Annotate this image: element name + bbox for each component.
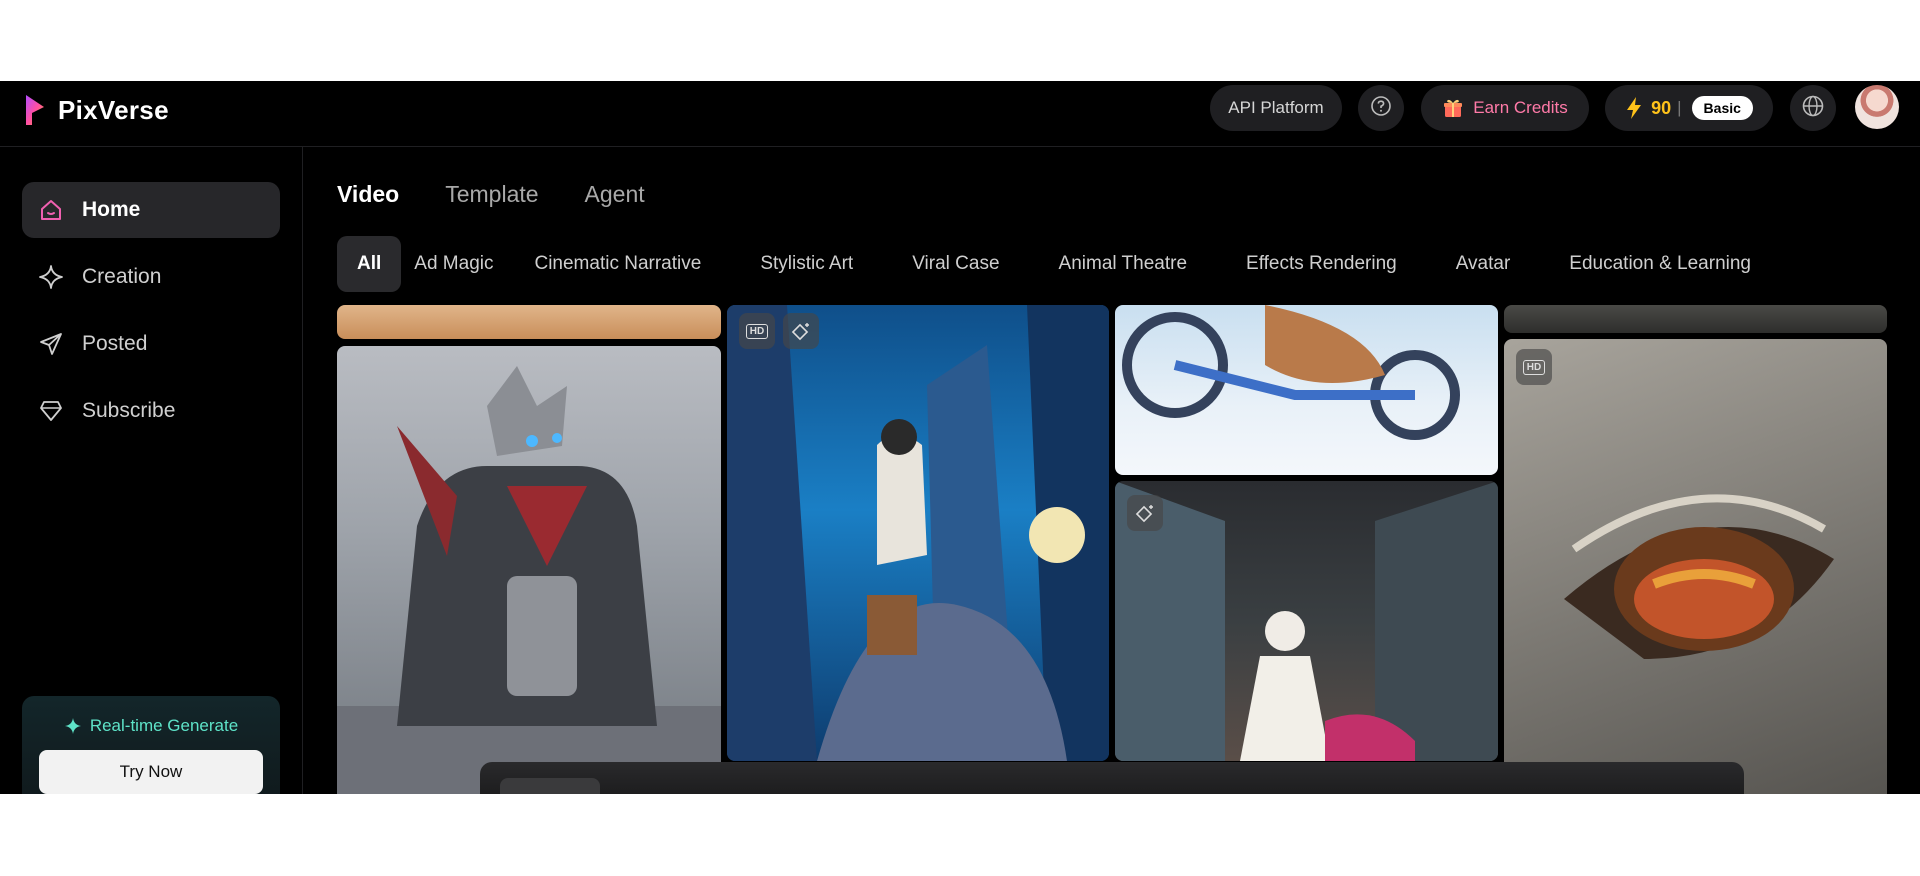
tab-template[interactable]: Template (445, 181, 538, 208)
tab-agent[interactable]: Agent (585, 181, 645, 208)
robot-thumbnail (337, 366, 721, 794)
gallery-tile-texture[interactable] (1504, 305, 1887, 333)
category-all[interactable]: All (337, 236, 402, 292)
sidebar-item-label: Subscribe (82, 399, 176, 422)
pixverse-logo-icon (24, 93, 46, 127)
tab-video[interactable]: Video (337, 181, 399, 208)
help-icon (1370, 95, 1392, 122)
category-avatar[interactable]: Avatar (1438, 236, 1529, 292)
send-icon (38, 331, 64, 357)
prompt-bar-button[interactable] (500, 778, 600, 794)
sparkle-icon (38, 264, 64, 290)
effect-badge (1127, 495, 1163, 531)
credits-separator: | (1677, 98, 1682, 117)
gift-icon (1442, 97, 1464, 119)
hd-icon: HD (1522, 359, 1546, 375)
gallery-tile-bicycle[interactable] (1115, 305, 1498, 475)
lightning-icon (1625, 96, 1643, 120)
top-bar: PixVerse API Platform Earn Credits 90 | … (0, 81, 1920, 147)
credits-count: 90 (1651, 97, 1672, 118)
gallery-tile-robot[interactable] (337, 346, 721, 794)
hd-badge: HD (739, 313, 775, 349)
bicycle-thumbnail (1122, 305, 1460, 440)
category-education-learning[interactable]: Education & Learning (1551, 236, 1769, 292)
category-stylistic-art[interactable]: Stylistic Art (742, 236, 871, 292)
diamond-sparkle-icon (791, 321, 811, 341)
gallery-tile-eye[interactable]: HD (1504, 339, 1887, 794)
sidebar-item-home[interactable]: Home (22, 182, 280, 238)
promo-title: Real-time Generate (22, 716, 280, 736)
user-avatar[interactable] (1855, 85, 1899, 129)
api-platform-label: API Platform (1228, 98, 1324, 117)
app-window: PixVerse API Platform Earn Credits 90 | … (0, 81, 1920, 794)
promo-title-text: Real-time Generate (89, 716, 239, 735)
credits-balance[interactable]: 90 | Basic (1605, 85, 1773, 131)
gallery-tile-sand[interactable] (337, 305, 721, 339)
hd-badge: HD (1516, 349, 1552, 385)
diamond-sparkle-icon (1135, 503, 1155, 523)
language-button[interactable] (1790, 85, 1836, 131)
eye-thumbnail (1564, 494, 1834, 659)
api-platform-button[interactable]: API Platform (1210, 85, 1342, 131)
category-effects-rendering[interactable]: Effects Rendering (1228, 236, 1415, 292)
help-button[interactable] (1358, 85, 1404, 131)
sidebar-item-label: Home (82, 198, 141, 221)
effect-badge (783, 313, 819, 349)
realtime-promo-card: Real-time Generate Try Now (22, 696, 280, 794)
category-cinematic-narrative[interactable]: Cinematic Narrative (516, 236, 719, 292)
alley-thumbnail (1115, 481, 1498, 761)
category-ad-magic[interactable]: Ad Magic (414, 236, 493, 292)
gallery-tile-alley[interactable] (1115, 481, 1498, 761)
sidebar-item-subscribe[interactable]: Subscribe (22, 383, 280, 439)
home-icon (38, 197, 64, 223)
prompt-bar[interactable] (480, 762, 1744, 794)
sidebar-item-label: Creation (82, 265, 162, 288)
category-viral-case[interactable]: Viral Case (894, 236, 1017, 292)
earn-credits-button[interactable]: Earn Credits (1421, 85, 1589, 131)
motorcycle-thumbnail (727, 305, 1109, 761)
brand-logo[interactable]: PixVerse (24, 93, 169, 127)
earn-credits-label: Earn Credits (1473, 98, 1568, 117)
hd-icon: HD (745, 323, 769, 339)
sparkle-icon (64, 717, 82, 735)
try-now-button[interactable]: Try Now (39, 750, 263, 794)
content-type-tabs: Video Template Agent (337, 181, 691, 208)
sidebar-item-posted[interactable]: Posted (22, 316, 280, 372)
sidebar-item-creation[interactable]: Creation (22, 249, 280, 305)
brand-name: PixVerse (58, 94, 169, 125)
plan-badge: Basic (1691, 96, 1753, 120)
gallery-tile-motorcycle[interactable]: HD (727, 305, 1109, 761)
tag-icon (38, 398, 64, 424)
category-filter-bar: All Ad Magic Cinematic Narrative Stylist… (337, 236, 1769, 292)
category-animal-theatre[interactable]: Animal Theatre (1041, 236, 1206, 292)
sidebar: Home Creation Posted Subscribe Real-time… (0, 147, 303, 794)
sidebar-item-label: Posted (82, 332, 148, 355)
globe-icon (1801, 94, 1825, 123)
